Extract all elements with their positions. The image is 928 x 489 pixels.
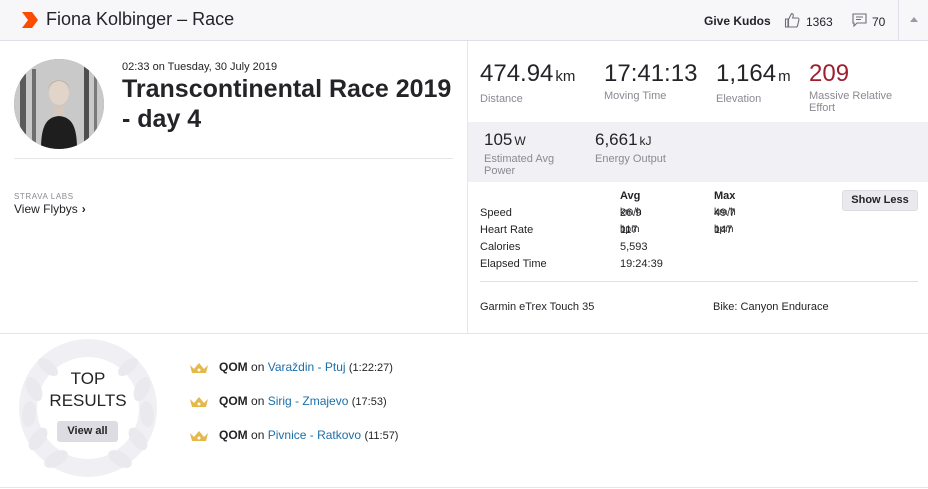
max-unit: bpm <box>714 224 734 235</box>
stat-distance: 474.94 km Distance <box>480 60 575 105</box>
max-header: Max <box>714 190 736 202</box>
stat-value: 1,164 <box>716 60 777 87</box>
stat-label: Distance <box>480 93 523 105</box>
activity-title: Transcontinental Race 2019 - day 4 <box>122 75 452 133</box>
comment-count[interactable]: 70 <box>872 15 885 29</box>
stat-energy-output: 6,661 kJ Energy Output <box>595 130 715 165</box>
stat-avg-power: 105 W Estimated Avg Power <box>484 130 574 177</box>
row-label: Speed <box>480 207 512 219</box>
stat-value: 474.94 <box>480 60 554 87</box>
thumbs-up-icon[interactable] <box>784 12 800 28</box>
activity-date: 02:33 on Tuesday, 30 July 2019 <box>122 61 278 73</box>
show-less-button[interactable]: Show Less <box>842 190 918 211</box>
activity-header: Fiona Kolbinger – Race Give Kudos 1363 7… <box>0 0 928 41</box>
page-title: Fiona Kolbinger – Race <box>46 9 235 29</box>
achievement-on: on <box>251 360 265 374</box>
collapse-button[interactable] <box>898 0 928 40</box>
divider <box>0 487 928 488</box>
crown-icon <box>190 431 208 441</box>
column-divider <box>467 41 468 333</box>
table-row: Heart Rate 117 bpm 147 bpm <box>480 224 820 241</box>
give-kudos-button[interactable]: Give Kudos <box>704 14 771 28</box>
divider <box>480 281 918 282</box>
top-results-heading: TOP RESULTS <box>30 368 146 412</box>
stat-moving-time: 17:41:13 Moving Time <box>604 60 697 102</box>
table-row: Calories 5,593 <box>480 241 820 258</box>
stat-label: Massive Relative Effort <box>809 90 893 114</box>
caret-up-icon <box>910 17 918 22</box>
crown-icon <box>190 397 208 407</box>
achievement-badge: QOM <box>219 394 248 408</box>
segment-time: (1:22:27) <box>348 362 393 374</box>
divider <box>14 158 453 159</box>
row-label: Elapsed Time <box>480 258 547 270</box>
strava-labs-label: STRAVA LABS <box>14 192 74 201</box>
comment-icon[interactable] <box>852 13 867 27</box>
achievement-badge: QOM <box>219 360 248 374</box>
stat-value: 6,661 <box>595 130 638 149</box>
row-label: Heart Rate <box>480 224 534 236</box>
segment-time: (17:53) <box>351 396 387 408</box>
segment-time: (11:57) <box>364 430 399 442</box>
segment-link[interactable]: Pivnice - Ratkovo <box>268 428 361 442</box>
view-flybys-link[interactable]: View Flybys › <box>14 202 86 216</box>
stat-label: Energy Output <box>595 153 666 165</box>
divider <box>0 333 928 334</box>
stat-label: Moving Time <box>604 90 667 102</box>
device-name: Garmin eTrex Touch 35 <box>480 301 595 313</box>
stat-label: Elevation <box>716 93 762 105</box>
segment-link[interactable]: Varaždin - Ptuj <box>268 360 346 374</box>
stat-elevation: 1,164 m Elevation <box>716 60 791 105</box>
achievement-on: on <box>251 428 265 442</box>
view-all-button[interactable]: View all <box>57 421 118 442</box>
heading-line: TOP <box>70 369 106 388</box>
heading-line: RESULTS <box>49 391 127 410</box>
athlete-avatar[interactable] <box>14 59 104 149</box>
table-row: Elapsed Time 19:24:39 <box>480 258 820 275</box>
table-row: Speed 26.9 km/h 49.7 km/h <box>480 207 820 224</box>
chevron-right-icon: › <box>81 202 86 216</box>
stat-unit: W <box>514 134 526 148</box>
stat-unit: m <box>778 68 791 85</box>
row-label: Calories <box>480 241 521 253</box>
avg-unit: bpm <box>620 224 640 235</box>
bike-name: Bike: Canyon Endurace <box>713 301 829 313</box>
stat-value: 209 <box>809 60 850 87</box>
stat-label: Estimated Avg Power <box>484 153 555 177</box>
strava-chevron-icon <box>22 12 38 28</box>
stat-value: 105 <box>484 130 513 149</box>
view-flybys-label: View Flybys <box>14 202 78 216</box>
stat-unit: kJ <box>639 134 652 148</box>
avg-value: 5,593 <box>620 241 648 253</box>
stat-relative-effort[interactable]: 209 Massive Relative Effort <box>809 60 919 114</box>
segment-link[interactable]: Sirig - Zmajevo <box>268 394 349 408</box>
avg-value: 19:24:39 <box>620 258 663 270</box>
achievement-on: on <box>251 394 265 408</box>
achievement-badge: QOM <box>219 428 248 442</box>
avg-unit: km/h <box>620 207 642 218</box>
crown-icon <box>190 363 208 373</box>
stat-unit: km <box>555 68 576 85</box>
stat-value: 17:41:13 <box>604 60 698 87</box>
kudos-count[interactable]: 1363 <box>806 15 833 29</box>
secondary-stats: 105 W Estimated Avg Power 6,661 kJ Energy … <box>468 122 928 182</box>
avg-header: Avg <box>620 190 641 202</box>
athlete-photo <box>14 59 104 149</box>
max-unit: km/h <box>714 207 736 218</box>
